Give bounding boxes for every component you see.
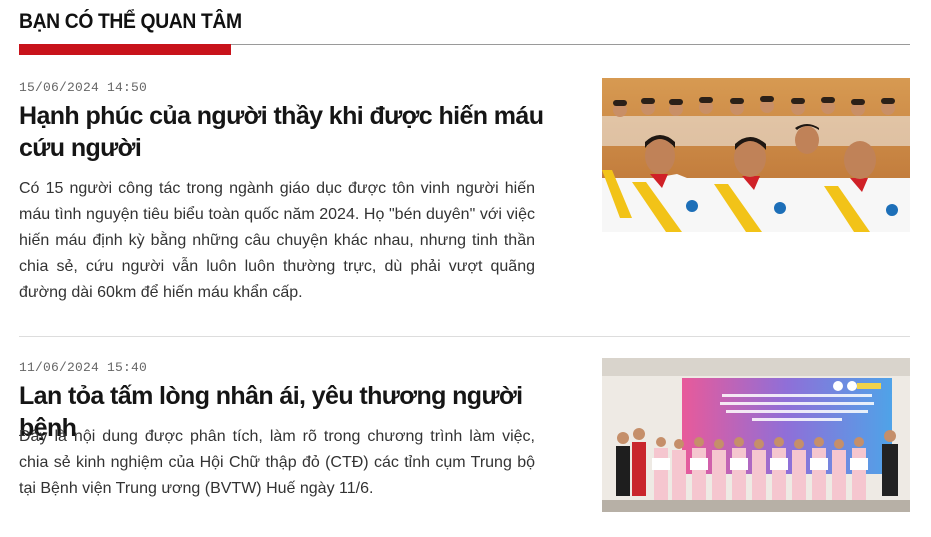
- section-title: BẠN CÓ THỂ QUAN TÂM: [19, 10, 242, 33]
- article-summary: Đây là nội dung được phân tích, làm rõ t…: [19, 428, 535, 497]
- article-item: 11/06/2024 15:40 Lan tỏa tấm lòng nhân á…: [19, 358, 910, 518]
- article-timestamp: 15/06/2024 14:50: [19, 80, 148, 95]
- red-cross-event-photo-image: [602, 358, 910, 512]
- article-thumbnail[interactable]: [602, 358, 910, 512]
- blood-donors-photo-image: [602, 78, 910, 232]
- article-thumbnail[interactable]: [602, 78, 910, 232]
- article-item: 15/06/2024 14:50 Hạnh phúc của người thầ…: [19, 78, 910, 337]
- section-header: BẠN CÓ THỂ QUAN TÂM: [19, 0, 910, 56]
- article-summary: Có 15 người công tác trong ngành giáo dụ…: [19, 180, 535, 301]
- article-title-link[interactable]: Hạnh phúc của người thầy khi được hiến m…: [19, 100, 559, 164]
- article-timestamp: 11/06/2024 15:40: [19, 360, 148, 375]
- section-accent-bar: [19, 44, 231, 55]
